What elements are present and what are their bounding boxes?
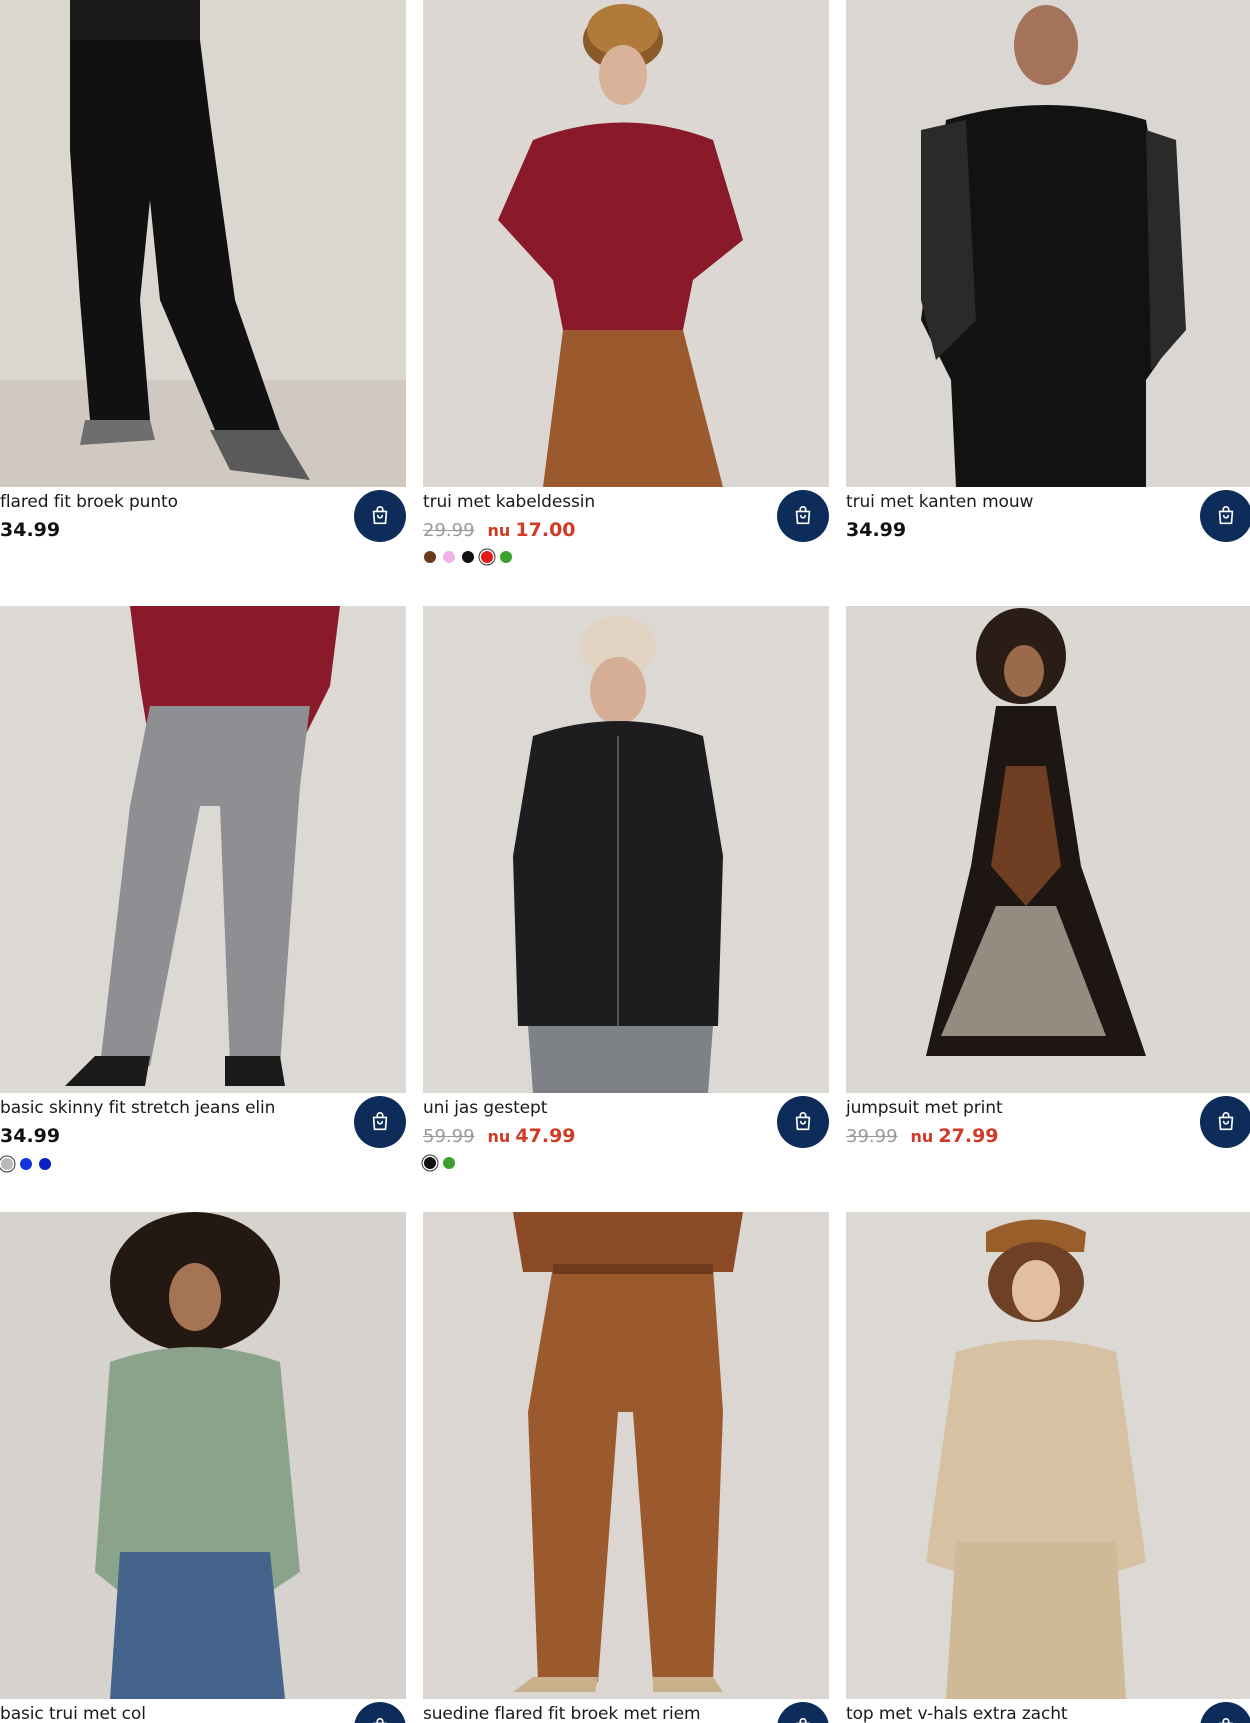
old-price: 39.99 xyxy=(846,1126,898,1147)
shopping-bag-icon xyxy=(372,1718,388,1723)
sale-price: 27.99 xyxy=(938,1125,999,1147)
product-title[interactable]: top met v-hals extra zacht xyxy=(846,1704,1068,1723)
color-swatch-green[interactable] xyxy=(500,551,512,563)
color-swatch-red[interactable] xyxy=(481,551,493,563)
product-image[interactable] xyxy=(846,1212,1250,1699)
add-to-cart-button[interactable] xyxy=(354,490,406,542)
color-swatch-pink[interactable] xyxy=(443,551,455,563)
color-swatch-dark-blue[interactable] xyxy=(39,1158,51,1170)
product-card[interactable]: uni jas gestept 59.99 nu 47.99 xyxy=(423,606,829,1176)
sale-price: 17.00 xyxy=(515,519,576,541)
add-to-cart-button[interactable] xyxy=(777,490,829,542)
add-to-cart-button[interactable] xyxy=(354,1096,406,1148)
product-card[interactable]: basic trui met col xyxy=(0,1212,406,1723)
add-to-cart-button[interactable] xyxy=(777,1702,829,1723)
product-grid: flared fit broek punto 34.99 trui met ka… xyxy=(0,0,1250,1723)
shopping-bag-icon xyxy=(1218,506,1234,525)
product-card[interactable]: suedine flared fit broek met riem xyxy=(423,1212,829,1723)
shopping-bag-icon xyxy=(1218,1112,1234,1131)
product-card[interactable]: jumpsuit met print 39.99 nu 27.99 xyxy=(846,606,1250,1176)
add-to-cart-button[interactable] xyxy=(1200,490,1250,542)
color-swatches xyxy=(1,1158,51,1170)
color-swatches xyxy=(424,1157,455,1169)
shopping-bag-icon xyxy=(372,1112,388,1131)
price: 34.99 xyxy=(0,1125,61,1147)
product-card[interactable]: basic skinny fit stretch jeans elin 34.9… xyxy=(0,606,406,1176)
product-card[interactable]: trui met kanten mouw 34.99 xyxy=(846,0,1250,570)
product-image[interactable] xyxy=(423,1212,829,1699)
color-swatch-grey[interactable] xyxy=(1,1158,13,1170)
old-price: 59.99 xyxy=(423,1126,475,1147)
product-image[interactable] xyxy=(423,0,829,487)
add-to-cart-button[interactable] xyxy=(1200,1702,1250,1723)
product-card[interactable]: trui met kabeldessin 29.99 nu 17.00 xyxy=(423,0,829,570)
color-swatch-black[interactable] xyxy=(462,551,474,563)
product-image[interactable] xyxy=(0,0,406,487)
product-title[interactable]: trui met kanten mouw xyxy=(846,492,1033,512)
product-title[interactable]: suedine flared fit broek met riem xyxy=(423,1704,701,1723)
old-price: 29.99 xyxy=(423,520,475,541)
product-image[interactable] xyxy=(423,606,829,1093)
product-image[interactable] xyxy=(846,0,1250,487)
sale-price: 47.99 xyxy=(515,1125,576,1147)
sale-prefix: nu xyxy=(487,521,511,540)
add-to-cart-button[interactable] xyxy=(777,1096,829,1148)
color-swatch-green[interactable] xyxy=(443,1157,455,1169)
color-swatch-brown[interactable] xyxy=(424,551,436,563)
color-swatches xyxy=(424,551,512,563)
shopping-bag-icon xyxy=(795,1112,811,1131)
price: 34.99 xyxy=(0,519,61,541)
price-block: 34.99 xyxy=(0,519,60,541)
price-block: 29.99 nu 17.00 xyxy=(423,519,576,541)
shopping-bag-icon xyxy=(795,506,811,525)
shopping-bag-icon xyxy=(1218,1718,1234,1723)
price-block: 59.99 nu 47.99 xyxy=(423,1125,576,1147)
price: 34.99 xyxy=(846,519,907,541)
color-swatch-black[interactable] xyxy=(424,1157,436,1169)
shopping-bag-icon xyxy=(795,1718,811,1723)
product-title[interactable]: uni jas gestept xyxy=(423,1098,547,1118)
product-title[interactable]: flared fit broek punto xyxy=(0,492,178,512)
price-block: 34.99 xyxy=(846,519,906,541)
price-block: 39.99 nu 27.99 xyxy=(846,1125,999,1147)
add-to-cart-button[interactable] xyxy=(1200,1096,1250,1148)
color-swatch-blue[interactable] xyxy=(20,1158,32,1170)
product-title[interactable]: basic skinny fit stretch jeans elin xyxy=(0,1098,275,1118)
price-block: 34.99 xyxy=(0,1125,60,1147)
product-title[interactable]: basic trui met col xyxy=(0,1704,146,1723)
add-to-cart-button[interactable] xyxy=(354,1702,406,1723)
product-title[interactable]: jumpsuit met print xyxy=(846,1098,1003,1118)
shopping-bag-icon xyxy=(372,506,388,525)
sale-prefix: nu xyxy=(487,1127,511,1146)
product-image[interactable] xyxy=(846,606,1250,1093)
product-image[interactable] xyxy=(0,1212,406,1699)
product-image[interactable] xyxy=(0,606,406,1093)
product-card[interactable]: top met v-hals extra zacht xyxy=(846,1212,1250,1723)
product-card[interactable]: flared fit broek punto 34.99 xyxy=(0,0,406,570)
product-title[interactable]: trui met kabeldessin xyxy=(423,492,595,512)
sale-prefix: nu xyxy=(910,1127,934,1146)
